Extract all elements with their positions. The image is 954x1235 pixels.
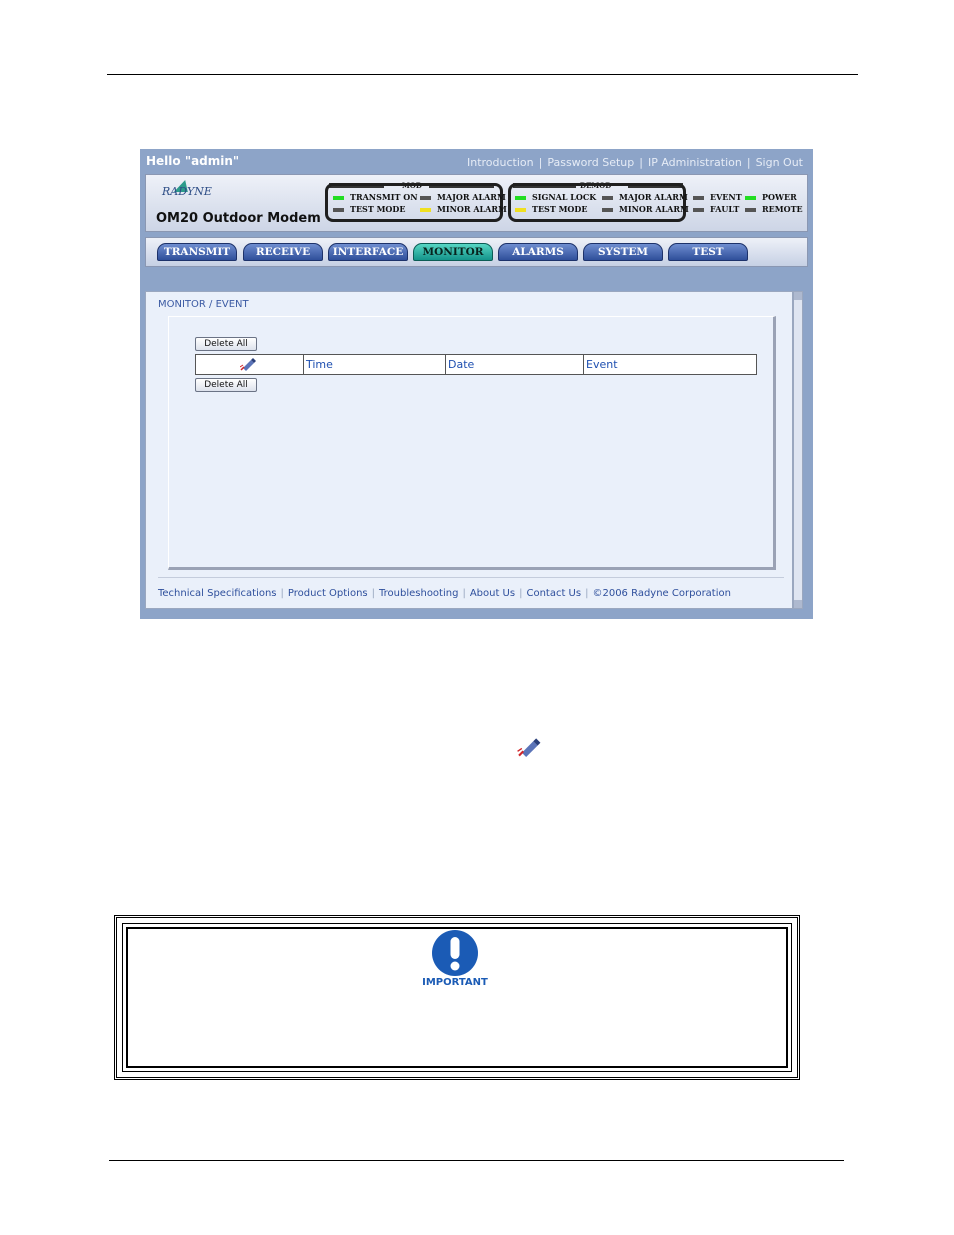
footer-link-product-options[interactable]: Product Options [288,588,368,599]
column-header-date[interactable]: Date [445,355,583,374]
demod-led-group [508,183,686,222]
led-power-indicator [745,196,756,200]
page-footer-rule [109,1160,844,1161]
led-event: EVENT [693,192,742,202]
footer-divider [158,577,784,578]
delete-all-button-top[interactable]: Delete All [195,337,257,351]
footer-link-contact-us[interactable]: Contact Us [526,588,581,599]
led-remote: REMOTE [745,204,803,214]
tab-monitor[interactable]: MONITOR [413,243,493,261]
copyright: ©2006 Radyne Corporation [592,588,731,599]
footer-link-about-us[interactable]: About Us [470,588,515,599]
scroll-down-arrow-icon[interactable] [794,600,802,608]
led-demod-major-alarm-indicator [602,196,613,200]
tab-interface[interactable]: INTERFACE [328,243,408,261]
main-nav: TRANSMIT RECEIVE INTERFACE MONITOR ALARM… [145,237,808,267]
led-mod-major-alarm-indicator [420,196,431,200]
vertical-scrollbar[interactable] [793,291,803,609]
tab-transmit[interactable]: TRANSMIT [157,243,237,261]
led-demod-test-mode: TEST MODE [515,204,587,214]
led-mod-test-mode-indicator [333,208,344,212]
link-ip-administration[interactable]: IP Administration [648,156,742,169]
led-signal-lock-indicator [515,196,526,200]
led-fault: FAULT [693,204,739,214]
tab-system[interactable]: SYSTEM [583,243,663,261]
event-log-area: Delete All Time Date Event Delete All [168,316,776,570]
led-event-indicator [693,196,704,200]
radyne-logo-text: RADYNE [162,185,212,198]
content-panel: MONITOR / EVENT Delete All Time Date Eve… [145,291,793,609]
led-mod-major-alarm: MAJOR ALARM [420,192,506,202]
important-exclamation-icon [431,929,479,982]
footer-links: Technical Specifications | Product Options… [158,588,731,599]
tab-alarms[interactable]: ALARMS [498,243,578,261]
led-demod-minor-alarm: MINOR ALARM [602,204,689,214]
breadcrumb: MONITOR / EVENT [158,299,249,310]
top-links: Introduction | Password Setup | IP Administr… [467,156,803,169]
top-bar: Hello "admin" Introduction | Password Setu… [140,149,813,173]
led-transmit-on-indicator [333,196,344,200]
led-fault-indicator [693,208,704,212]
footer-link-troubleshooting[interactable]: Troubleshooting [379,588,458,599]
led-transmit-on: TRANSMIT ON [333,192,418,202]
led-mod-test-mode: TEST MODE [333,204,405,214]
footer-link-technical-specifications[interactable]: Technical Specifications [158,588,277,599]
column-header-time[interactable]: Time [303,355,444,374]
link-introduction[interactable]: Introduction [467,156,534,169]
led-remote-indicator [745,208,756,212]
modem-web-ui-screenshot: Hello "admin" Introduction | Password Setu… [140,149,813,619]
led-mod-minor-alarm: MINOR ALARM [420,204,507,214]
greeting: Hello "admin" [146,154,240,168]
led-demod-test-mode-indicator [515,208,526,212]
column-header-event[interactable]: Event [583,355,756,374]
delete-all-button-bottom[interactable]: Delete All [195,378,257,392]
event-table-header: Time Date Event [195,354,757,375]
status-bar: RADYNE OM20 Outdoor Modem MOD TRANSMIT O… [145,174,808,232]
tab-test[interactable]: TEST [668,243,748,261]
page-header-rule [107,74,858,75]
pen-icon[interactable] [239,357,256,376]
led-mod-minor-alarm-indicator [420,208,431,212]
link-sign-out[interactable]: Sign Out [756,156,803,169]
tab-receive[interactable]: RECEIVE [243,243,323,261]
product-name: OM20 Outdoor Modem [156,211,321,226]
led-signal-lock: SIGNAL LOCK [515,192,596,202]
pen-icon-inline [517,737,541,762]
led-power: POWER [745,192,797,202]
link-password-setup[interactable]: Password Setup [547,156,634,169]
led-demod-major-alarm: MAJOR ALARM [602,192,688,202]
scroll-up-arrow-icon[interactable] [794,292,802,300]
important-label: IMPORTANT [422,977,488,988]
led-demod-minor-alarm-indicator [602,208,613,212]
mod-led-group [325,183,503,222]
